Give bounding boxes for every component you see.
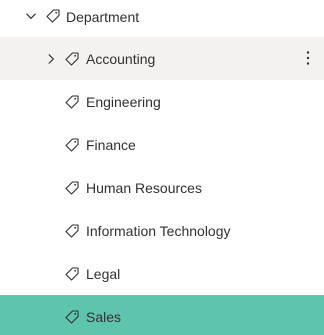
tree-node-label: Engineering (86, 94, 161, 110)
tag-icon (64, 309, 80, 325)
tree-node-label: Department (66, 9, 140, 25)
tree-node-label: Accounting (86, 51, 156, 67)
tree-node-accounting[interactable]: Accounting (0, 37, 324, 80)
tree-node-sales[interactable]: Sales (0, 295, 324, 335)
more-options-icon[interactable] (298, 43, 318, 73)
chevron-down-icon[interactable] (24, 9, 38, 23)
tag-icon (64, 223, 80, 239)
tree-node-finance[interactable]: Finance (0, 123, 324, 166)
tree-node-legal[interactable]: Legal (0, 252, 324, 295)
chevron-right-icon[interactable] (44, 52, 58, 66)
tree-node-label: Legal (86, 266, 121, 282)
term-tree: Department Accounting Engineering Financ… (0, 0, 324, 335)
tag-icon (45, 8, 61, 24)
tree-node-label: Human Resources (86, 180, 202, 196)
tree-node-engineering[interactable]: Engineering (0, 80, 324, 123)
tag-icon (64, 94, 80, 110)
tree-node-label: Finance (86, 137, 136, 153)
tree-node-label: Information Technology (86, 223, 231, 239)
tree-node-information-technology[interactable]: Information Technology (0, 209, 324, 252)
tag-icon (64, 180, 80, 196)
tree-node-human-resources[interactable]: Human Resources (0, 166, 324, 209)
tag-icon (64, 51, 80, 67)
tree-node-label: Sales (86, 309, 122, 325)
tree-node-department[interactable]: Department (0, 0, 324, 33)
tag-icon (64, 266, 80, 282)
tag-icon (64, 137, 80, 153)
